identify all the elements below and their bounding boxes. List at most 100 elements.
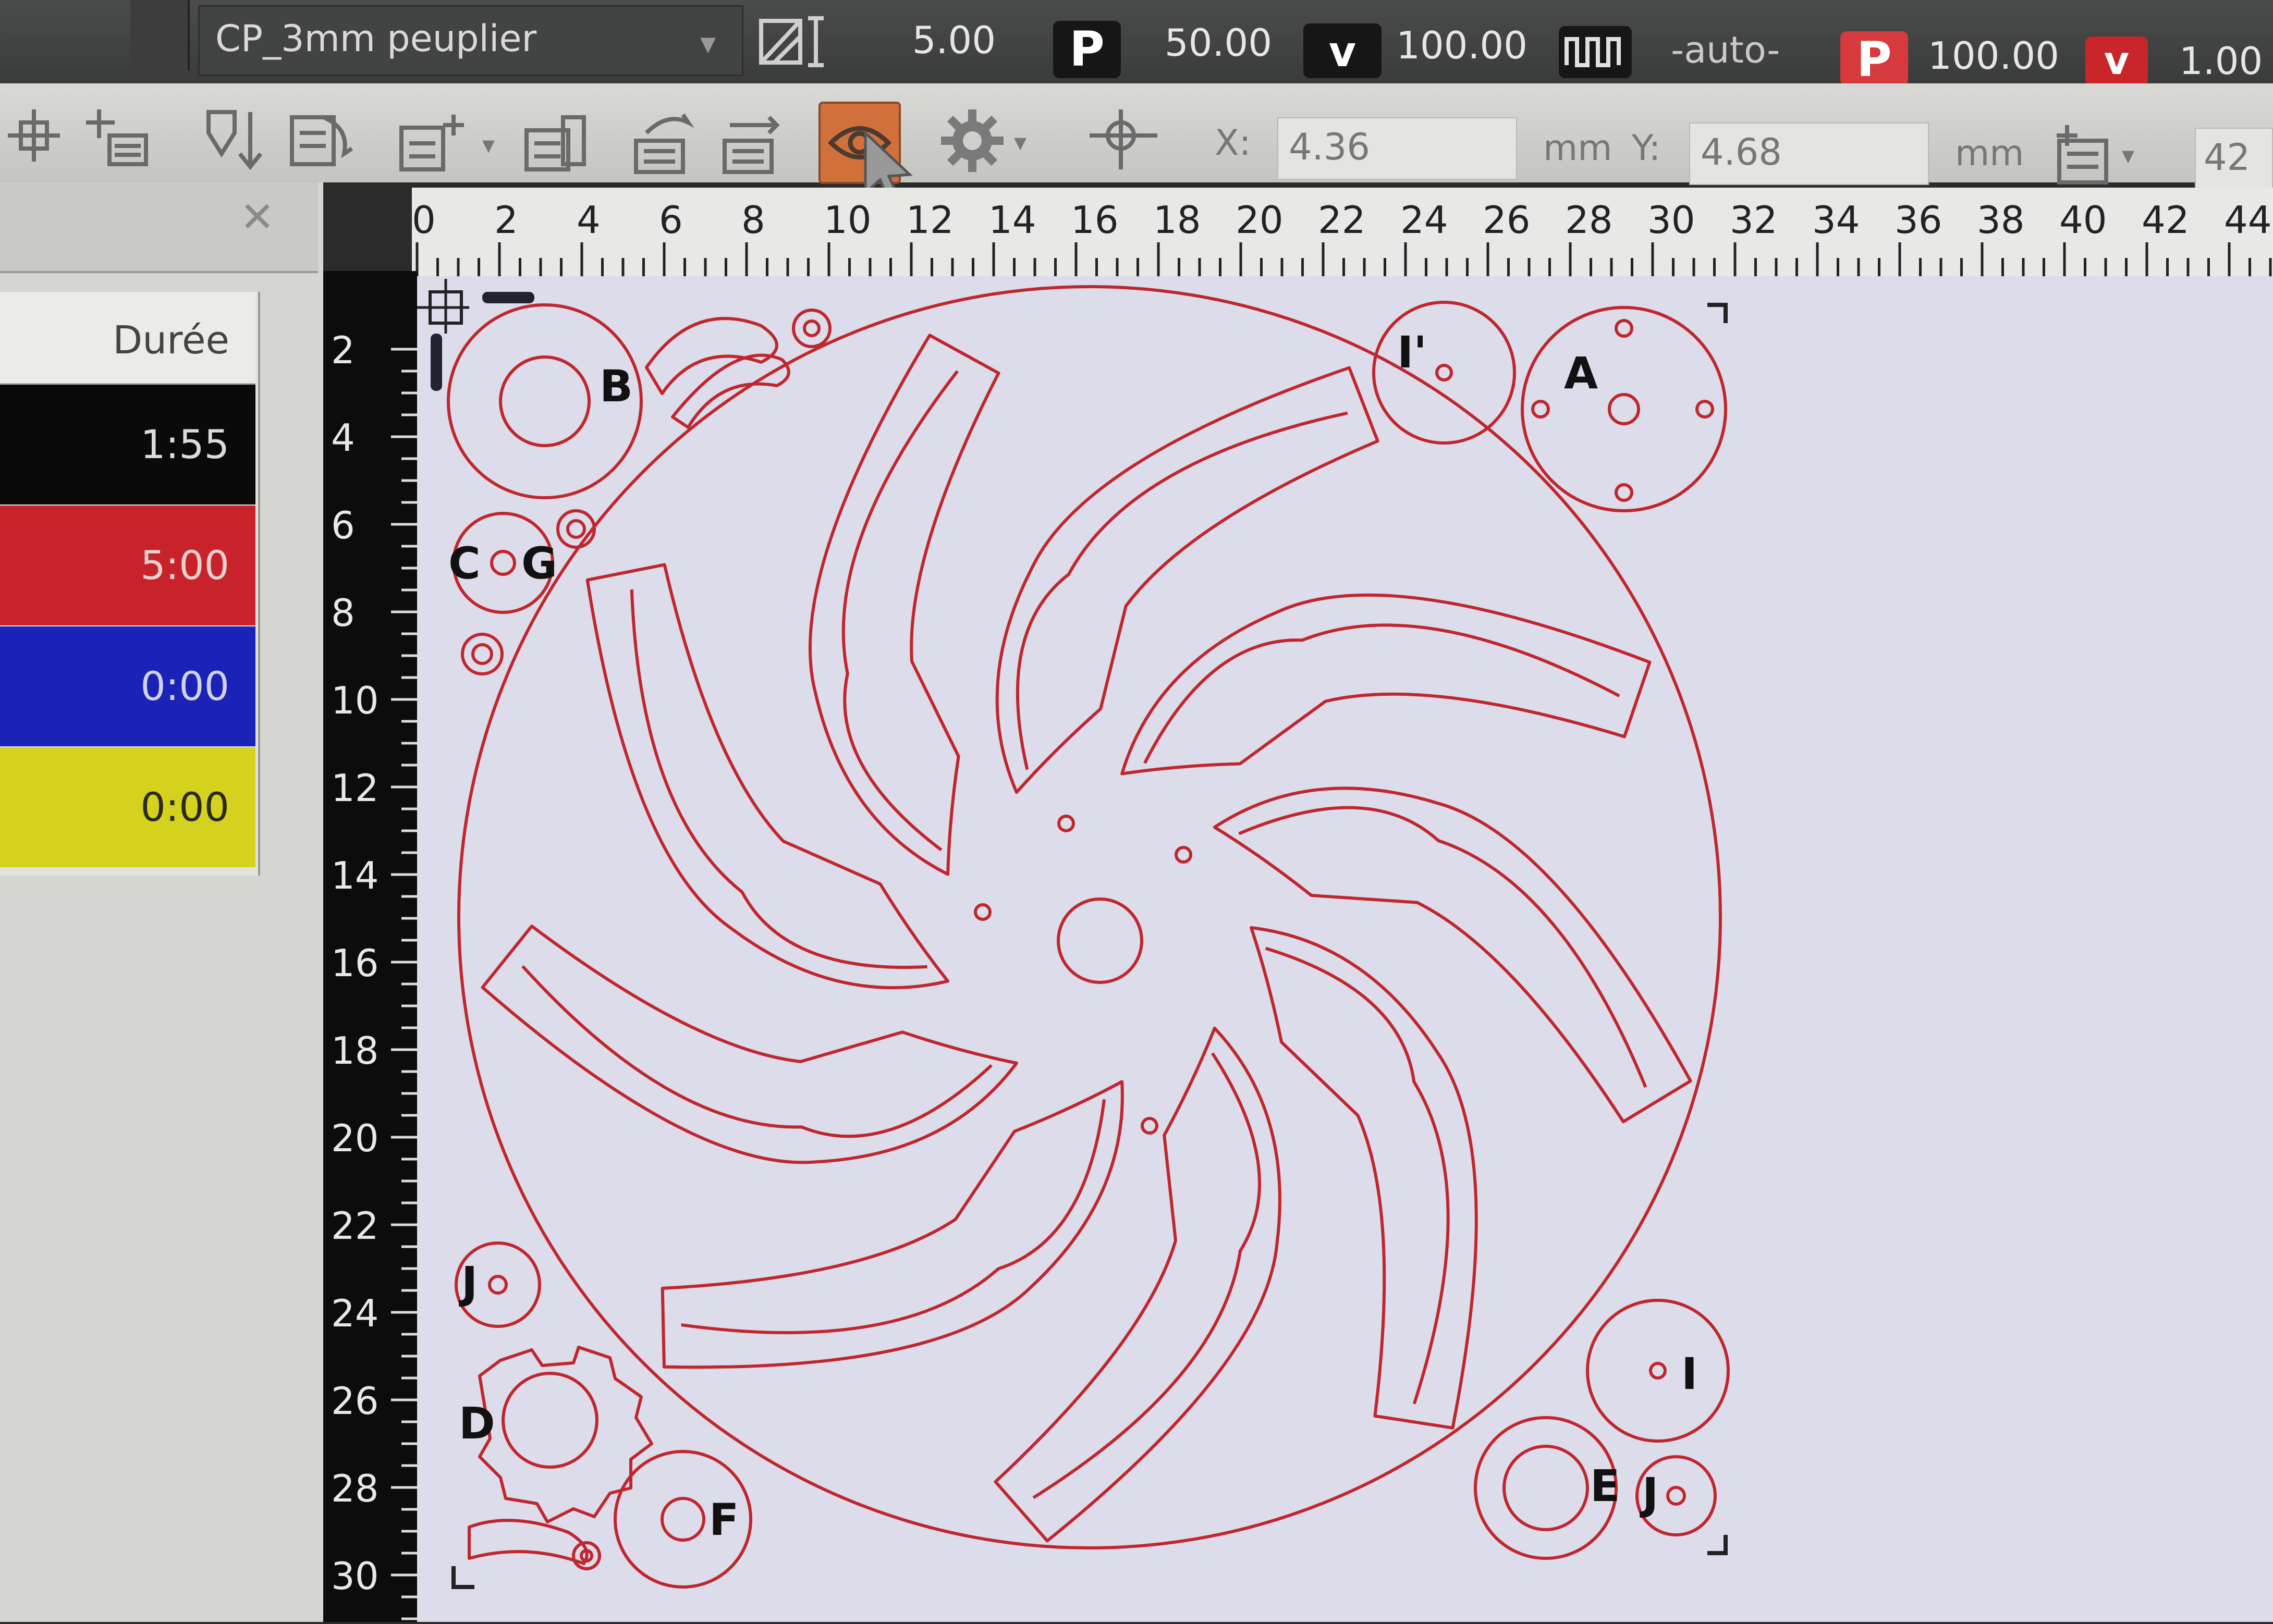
move-up-icon[interactable] [631, 109, 699, 177]
left-ruler-label: 2 [331, 328, 355, 372]
fan-blade-inner-line [1265, 946, 1450, 1405]
frequency-value[interactable]: -auto- [1671, 29, 1780, 71]
settings-gear-icon[interactable] [938, 107, 1006, 175]
part-label-g: G [521, 538, 557, 589]
delete-icon[interactable] [521, 112, 589, 175]
top-ruler-label: 20 [1236, 198, 1284, 242]
chevron-down-icon[interactable]: ▾ [700, 25, 716, 61]
duration-column-header[interactable]: Durée [0, 292, 255, 385]
speed2-value[interactable]: 1.00 [2179, 39, 2273, 83]
fan-blade[interactable] [1250, 926, 1478, 1430]
add-layer-icon[interactable] [83, 107, 151, 169]
thickness-value[interactable]: 5.00 [845, 18, 996, 62]
move-down-icon[interactable] [719, 109, 787, 177]
part-label-c: C [448, 538, 481, 589]
top-ruler-label: 38 [1977, 198, 2025, 242]
import-icon[interactable] [287, 107, 360, 175]
y-position-input[interactable]: 4.68 [1689, 122, 1929, 185]
top-ruler-label: 2 [494, 198, 518, 242]
layer-row-red[interactable]: 5:00 [0, 506, 255, 625]
x-label: X: [1215, 122, 1251, 164]
power2-icon: P [1840, 31, 1908, 88]
layer-duration: 5:00 [140, 542, 229, 588]
dropdown-handle[interactable] [130, 0, 190, 70]
fan-blade-inner-line [1238, 806, 1647, 1088]
thickness-icon [759, 16, 824, 67]
fan-blades[interactable] [481, 334, 1692, 1543]
fan-blade-inner-line [630, 589, 927, 969]
top-ruler-label: 42 [2142, 198, 2190, 242]
fan-blade[interactable] [995, 366, 1379, 794]
left-ruler-label: 14 [331, 854, 379, 897]
vertical-scroll-handle[interactable] [431, 334, 442, 391]
part-label-b: B [600, 361, 633, 412]
fan-blade-inner-line [1016, 411, 1348, 770]
part-label-a: A [1564, 348, 1598, 399]
material-select[interactable]: CP_3mm peuplier ▾ [198, 5, 743, 76]
snap-icon[interactable] [1084, 107, 1163, 175]
left-ruler-label: 22 [331, 1204, 379, 1248]
left-ruler-label: 16 [331, 941, 379, 985]
frequency-icon [1559, 26, 1632, 78]
pen-down-icon[interactable] [198, 107, 271, 175]
new-shape-dropdown-icon[interactable]: ▾ [482, 130, 495, 159]
duration-header-label: Durée [113, 318, 229, 363]
speed2-icon: v [2085, 36, 2148, 86]
top-ruler-label: 26 [1483, 198, 1531, 242]
layer-duration: 0:00 [140, 663, 229, 709]
part-label-j: J [459, 1257, 478, 1308]
fan-blade[interactable] [994, 1026, 1281, 1543]
top-ruler-label: 40 [2059, 198, 2107, 242]
part-label-e: E [1590, 1460, 1620, 1511]
speed-icon: v [1303, 23, 1382, 78]
layer-row-black[interactable]: 1:55 [0, 385, 255, 505]
horizontal-scroll-handle[interactable] [482, 292, 534, 303]
power-value[interactable]: 50.00 [1131, 21, 1272, 65]
material-name: CP_3mm peuplier [215, 17, 537, 60]
zoom-input[interactable]: 42 % [2195, 128, 2273, 236]
part-label-d: D [459, 1398, 495, 1449]
top-ruler-label: 30 [1647, 198, 1695, 242]
left-ruler: 2 4 6 8 10 12 14 16 18 20 22 24 26 28 30 [323, 271, 417, 1622]
top-ruler-label: 34 [1812, 198, 1860, 242]
power-icon: P [1053, 21, 1121, 78]
top-ruler-label: 18 [1153, 198, 1201, 242]
fan-outer-circle[interactable] [457, 285, 1722, 1549]
x-position-input[interactable]: 4.36 [1277, 117, 1517, 180]
speed-value[interactable]: 100.00 [1382, 23, 1527, 67]
left-ruler-label: 30 [331, 1554, 379, 1598]
parameter-toolbar: CP_3mm peuplier ▾ 5.00 P 50.00 v 100.00 … [0, 0, 2273, 88]
close-icon[interactable]: ✕ [240, 193, 275, 241]
top-ruler-label: 0 [412, 198, 436, 242]
fan-blade[interactable] [661, 1080, 1124, 1369]
size-dropdown-icon[interactable]: ▾ [2122, 141, 2134, 170]
panel-titlebar: ✕ [0, 182, 318, 273]
left-ruler-label: 26 [331, 1379, 379, 1423]
top-ruler-label: 32 [1730, 198, 1778, 242]
settings-dropdown-icon[interactable]: ▾ [1014, 128, 1026, 157]
crosshair-icon[interactable] [5, 107, 63, 164]
size-icon[interactable] [2049, 120, 2117, 188]
top-ruler-label: 10 [824, 198, 872, 242]
fan-blade[interactable] [481, 924, 1018, 1164]
left-ruler-label: 10 [331, 679, 379, 722]
y-unit: mm [1955, 133, 2024, 174]
hub-circle[interactable] [1057, 897, 1143, 984]
top-ruler-label: 24 [1400, 198, 1448, 242]
left-ruler-label: 18 [331, 1029, 379, 1073]
left-ruler-label: 20 [331, 1116, 379, 1160]
top-ruler-label: 28 [1565, 198, 1613, 242]
left-ruler-label: 4 [331, 416, 355, 460]
design-canvas[interactable]: B C G I' A J D F I E J [417, 276, 2273, 1622]
fan-blade[interactable] [808, 334, 1000, 876]
fan-blade-inner-line [841, 370, 959, 852]
top-ruler-label: 6 [659, 198, 683, 242]
left-ruler-label: 24 [331, 1291, 379, 1335]
layer-row-yellow[interactable]: 0:00 [0, 747, 255, 867]
new-shape-icon[interactable] [396, 112, 474, 175]
layer-duration: 1:55 [140, 421, 229, 467]
layer-row-blue[interactable]: 0:00 [0, 626, 255, 746]
tools-toolbar: ▾ ▾ X: 4.36 mm Y: 4.68 mm ▾ 42 % [0, 83, 2273, 236]
y-label: Y: [1632, 128, 1661, 169]
power2-value[interactable]: 100.00 [1918, 34, 2059, 78]
